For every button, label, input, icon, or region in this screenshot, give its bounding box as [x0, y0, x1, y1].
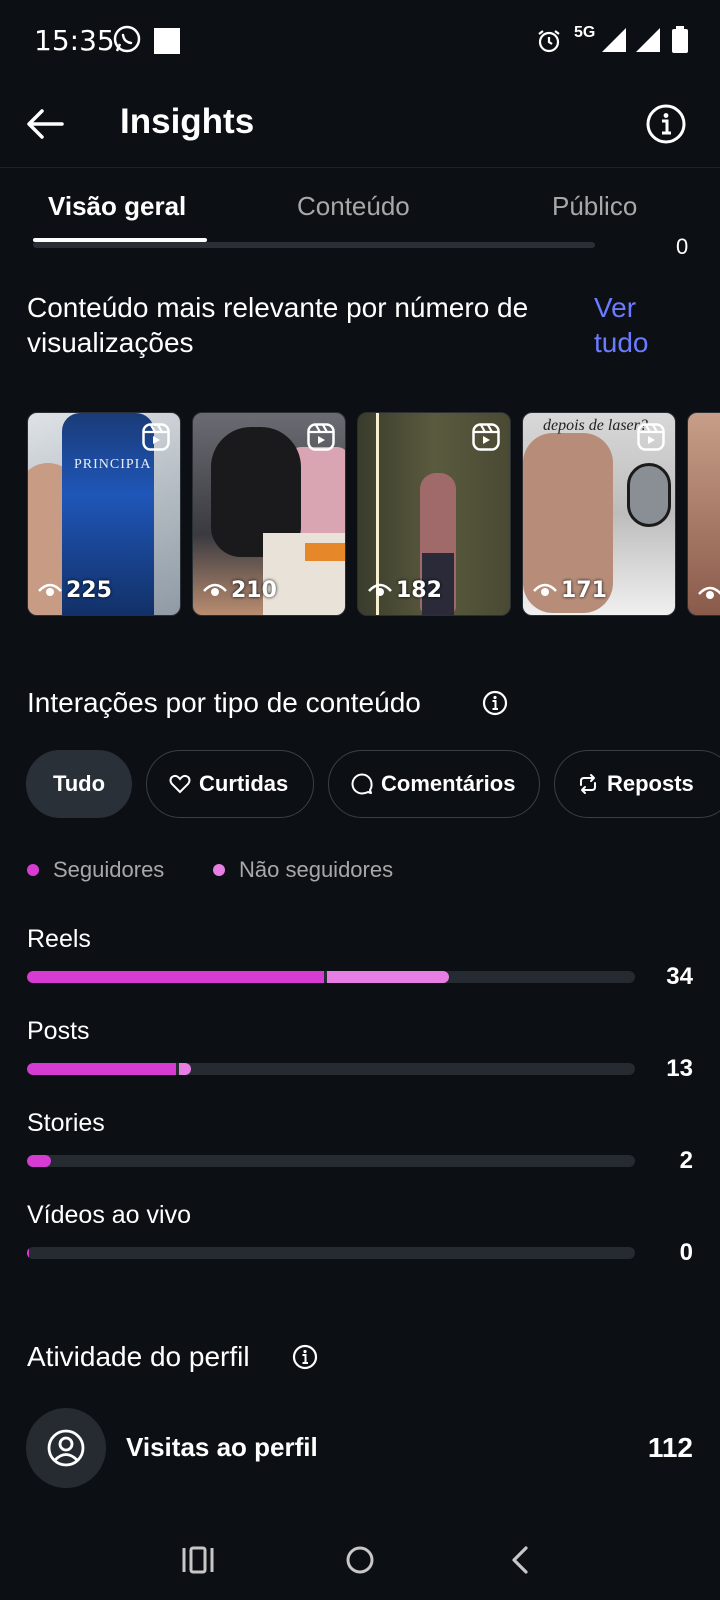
- profile-activity-title: Atividade do perfil: [27, 1341, 250, 1372]
- tab-overview[interactable]: Visão geral: [48, 191, 186, 222]
- interaction-filter-chips: Tudo Curtidas Comentários Reposts: [26, 750, 720, 818]
- legend-label: Não seguidores: [239, 857, 394, 882]
- repost-icon: [580, 774, 596, 794]
- scrolled-value-remnant: 0: [676, 234, 689, 254]
- bar-track-live: [27, 1247, 635, 1259]
- view-count-value: 210: [231, 578, 277, 603]
- content-thumbnail[interactable]: PRINCIPIA 225: [27, 412, 181, 616]
- content-thumbnail[interactable]: [687, 412, 720, 616]
- profile-visits-value: 112: [647, 1432, 693, 1463]
- row-label-posts: Posts: [27, 1017, 90, 1045]
- row-label-reels: Reels: [27, 925, 91, 953]
- chip-label: Reposts: [607, 771, 694, 796]
- thumbnail-image: [305, 543, 345, 561]
- chip-label: Tudo: [52, 771, 106, 796]
- eye-icon: [698, 586, 720, 599]
- view-count-value: 182: [396, 578, 442, 603]
- status-time: 15:35: [34, 24, 115, 57]
- chart-legend: Seguidores Não seguidores: [27, 857, 627, 885]
- bar-track-stories: [27, 1155, 635, 1167]
- legend-dot: [213, 864, 225, 876]
- view-count: 182: [368, 578, 442, 603]
- scrolled-bar-remnant: [33, 242, 595, 248]
- comment-icon: [351, 773, 373, 795]
- eye-icon: [203, 583, 227, 596]
- row-value-reels: 34: [666, 963, 693, 990]
- bar-track-reels: [27, 971, 635, 983]
- row-value-posts: 13: [666, 1055, 693, 1082]
- network-type: 5G: [574, 24, 596, 41]
- legend-item-non-followers: Não seguidores: [213, 857, 393, 883]
- content-thumbnail[interactable]: depois de laser? 171: [522, 412, 676, 616]
- filter-chip-likes[interactable]: Curtidas: [146, 750, 314, 818]
- view-count: 225: [38, 578, 112, 603]
- eye-icon: [368, 583, 392, 596]
- home-icon[interactable]: [338, 1538, 382, 1582]
- view-count: 171: [533, 578, 607, 603]
- chip-label: Curtidas: [199, 771, 289, 796]
- tab-bar: Visão geral Conteúdo Público: [0, 169, 720, 243]
- tab-audience[interactable]: Público: [552, 191, 637, 222]
- page-title: Insights: [120, 102, 255, 141]
- reels-icon: [142, 423, 170, 451]
- signal-icon: [602, 28, 626, 52]
- back-arrow-icon[interactable]: [22, 100, 70, 148]
- info-icon[interactable]: [291, 1343, 319, 1371]
- reels-icon: [307, 423, 335, 451]
- bar-track-posts: [27, 1063, 635, 1075]
- row-value-live: 0: [679, 1239, 693, 1266]
- back-nav-icon[interactable]: [500, 1538, 544, 1582]
- filter-chip-comments[interactable]: Comentários: [328, 750, 540, 818]
- signal-icon: [636, 28, 660, 52]
- battery-icon: [672, 26, 688, 53]
- content-thumbnail[interactable]: 210: [192, 412, 346, 616]
- profile-visits-avatar: [26, 1408, 106, 1488]
- reels-icon: [472, 423, 500, 451]
- eye-icon: [38, 583, 62, 596]
- legend-dot: [27, 864, 39, 876]
- info-icon[interactable]: [642, 100, 690, 148]
- recent-apps-icon[interactable]: [176, 1538, 220, 1582]
- bar-followers-stories: [27, 1155, 51, 1167]
- see-all-link[interactable]: Ver tudo: [594, 290, 694, 360]
- row-label-stories: Stories: [27, 1109, 105, 1137]
- view-count-value: 225: [66, 578, 112, 603]
- alarm-icon: [538, 30, 560, 53]
- bar-followers-posts: [27, 1063, 176, 1075]
- reels-icon: [637, 423, 665, 451]
- view-count: 210: [203, 578, 277, 603]
- interactions-title: Interações por tipo de conteúdo: [27, 687, 421, 718]
- tab-content[interactable]: Conteúdo: [297, 191, 410, 222]
- filter-chip-all[interactable]: Tudo: [26, 750, 132, 818]
- thumbnail-overlay-text: PRINCIPIA: [74, 457, 152, 472]
- profile-visits-label: Visitas ao perfil: [126, 1432, 318, 1462]
- app-header: Insights: [0, 80, 720, 168]
- top-content-title: Conteúdo mais relevante por número de vi…: [27, 292, 529, 358]
- user-circle-icon: [47, 1429, 85, 1467]
- view-count-value: 171: [561, 578, 607, 603]
- row-label-live: Vídeos ao vivo: [27, 1201, 191, 1229]
- info-icon[interactable]: [481, 689, 509, 717]
- bar-non-followers-reels: [327, 971, 449, 983]
- content-thumbnail[interactable]: 182: [357, 412, 511, 616]
- thumbnail-overlay-text: depois de laser?: [543, 417, 648, 434]
- heart-icon: [169, 774, 191, 794]
- legend-item-followers: Seguidores: [27, 857, 164, 883]
- eye-icon: [533, 583, 557, 596]
- bar-non-followers-posts: [179, 1063, 191, 1075]
- system-nav-bar: [0, 1520, 720, 1600]
- top-content-carousel: PRINCIPIA 225 210 182 depois de laser? 1…: [27, 412, 720, 616]
- chip-label: Comentários: [381, 771, 516, 796]
- view-count: [698, 585, 720, 603]
- notification-square-icon: [154, 28, 180, 54]
- filter-chip-reposts[interactable]: Reposts: [554, 750, 720, 818]
- legend-label: Seguidores: [53, 857, 165, 882]
- bar-followers-reels: [27, 971, 324, 983]
- whatsapp-icon: [113, 25, 141, 53]
- bar-followers-live: [27, 1247, 29, 1259]
- thumbnail-image: [627, 463, 671, 527]
- row-value-stories: 2: [679, 1147, 693, 1174]
- status-bar: 15:35 5G: [0, 0, 720, 80]
